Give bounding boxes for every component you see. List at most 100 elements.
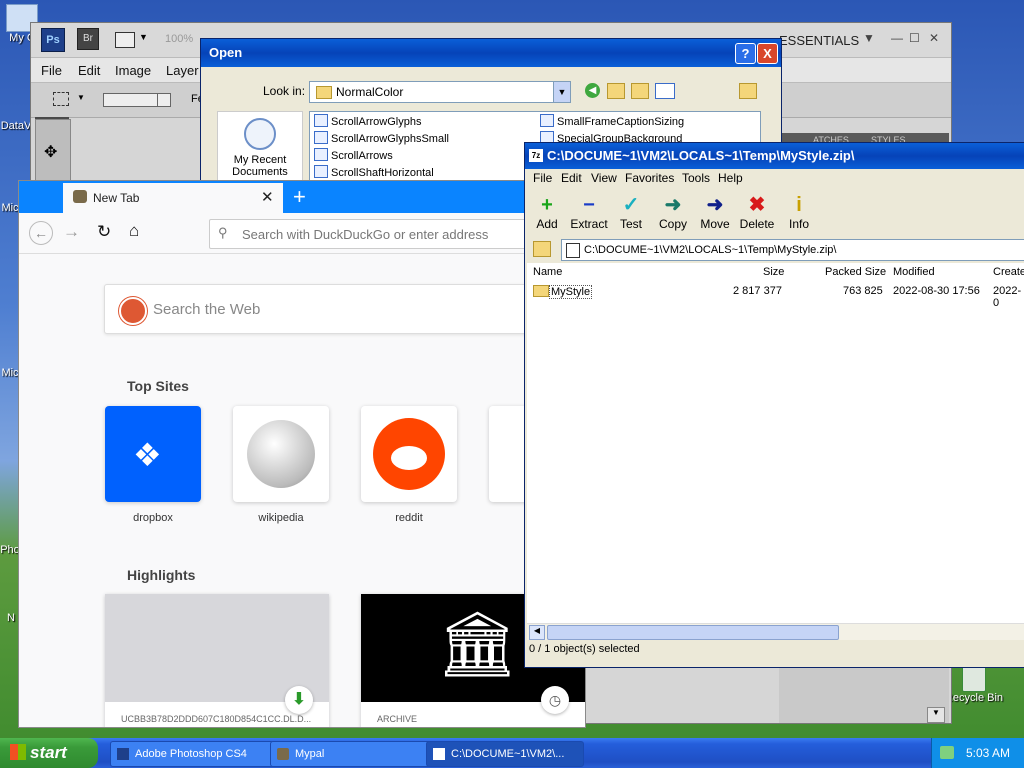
system-tray: 5:03 AM [931, 738, 1024, 768]
selection-mode-icon[interactable] [103, 93, 163, 107]
extract-button[interactable]: − Extract [567, 193, 611, 231]
add-button[interactable]: + Add [525, 193, 569, 231]
bridge-button[interactable]: Br [77, 28, 99, 50]
sevenzip-app-icon: 7z [529, 149, 543, 162]
test-button[interactable]: ✓ Test [609, 193, 653, 231]
menu-edit[interactable]: Edit [561, 171, 582, 185]
back-icon[interactable]: ← [29, 221, 53, 245]
chevron-down-icon[interactable]: ▼ [139, 32, 148, 42]
chevron-down-icon[interactable]: ▼ [863, 31, 875, 45]
up-folder-icon[interactable] [533, 241, 551, 257]
column-packed-size[interactable]: Packed Size [825, 266, 886, 278]
clock-icon[interactable]: ◷ [541, 686, 569, 714]
horizontal-scrollbar[interactable]: ◀ [527, 623, 1024, 640]
copy-button[interactable]: ➜ Copy [651, 193, 695, 231]
move-button[interactable]: ➜ Move [693, 193, 737, 231]
menu-edit[interactable]: Edit [78, 63, 100, 78]
address-placeholder: Search with DuckDuckGo or enter address [242, 227, 489, 242]
column-name[interactable]: Name [533, 266, 562, 278]
highlight-card[interactable]: ⬇ UCBB3B78D2DDD607C180D854C1CC.DL.D... [105, 594, 329, 727]
file-item[interactable]: ScrollArrows [314, 148, 393, 164]
desktop-icon-label: Mic [1, 367, 19, 379]
menu-file[interactable]: File [533, 171, 552, 185]
menu-tools[interactable]: Tools [682, 171, 710, 185]
web-search-box[interactable]: Search the Web [104, 284, 585, 334]
chevron-down-icon[interactable]: ▼ [553, 82, 570, 102]
desktop-icon-datav[interactable]: DataV [0, 120, 32, 132]
column-created[interactable]: Create [993, 266, 1024, 278]
file-name: SmallFrameCaptionSizing [557, 116, 685, 128]
add-icon: + [541, 194, 553, 216]
reload-icon[interactable]: ↻ [97, 222, 111, 242]
info-button[interactable]: i Info [777, 193, 821, 231]
open-dialog-titlebar: Open ? X [201, 39, 781, 67]
desktop-icon-label: Recycle Bin [944, 692, 1004, 704]
top-site-wikipedia[interactable] [233, 406, 329, 502]
desktop-icon-label: DataV [0, 120, 32, 132]
maximize-icon[interactable]: ☐ [909, 31, 920, 45]
button-label: Extract [570, 217, 608, 231]
download-icon[interactable]: ⬇ [285, 686, 313, 714]
close-icon[interactable]: ✕ [929, 31, 939, 45]
zip-icon [566, 243, 580, 258]
home-icon[interactable]: ⌂ [129, 221, 139, 241]
new-tab-button[interactable]: + [293, 184, 306, 210]
scrollbar-thumb[interactable] [547, 625, 839, 640]
file-item[interactable]: ScrollArrowGlyphs [314, 114, 421, 130]
row-packed: 763 825 [843, 285, 883, 297]
column-modified[interactable]: Modified [893, 266, 935, 278]
up-folder-icon[interactable] [607, 83, 625, 99]
clock[interactable]: 5:03 AM [966, 738, 1010, 768]
desktop-icon-recycle-bin[interactable]: Recycle Bin [944, 664, 1004, 704]
menu-help[interactable]: Help [718, 171, 743, 185]
close-button[interactable]: X [757, 43, 778, 64]
help-button[interactable]: ? [735, 43, 756, 64]
column-size[interactable]: Size [763, 266, 784, 278]
chevron-down-icon[interactable]: ▼ [77, 93, 85, 102]
selection-mode-icon[interactable] [157, 93, 171, 107]
delete-button[interactable]: ✖ Delete [735, 193, 779, 231]
menu-view[interactable]: View [591, 171, 617, 185]
view-extras-button[interactable] [115, 32, 135, 48]
workspace-switcher[interactable]: ESSENTIALS [779, 33, 859, 48]
start-button[interactable]: start [0, 738, 98, 768]
network-icon[interactable] [940, 746, 954, 759]
button-label: Delete [739, 217, 775, 231]
button-label: Info [788, 217, 809, 231]
menu-layer[interactable]: Layer [166, 63, 199, 78]
top-site-label: wikipedia [258, 512, 304, 524]
tools-icon[interactable] [739, 83, 757, 99]
taskbar-item-sevenzip[interactable]: C:\DOCUME~1\VM2\... [426, 741, 584, 767]
menu-favorites[interactable]: Favorites [625, 171, 674, 185]
chevron-left-icon[interactable]: ◀ [529, 625, 545, 640]
table-row[interactable]: MyStyle 2 817 377 763 825 2022-08-30 17:… [527, 281, 1024, 309]
zoom-level[interactable]: 100% [165, 33, 193, 45]
taskbar-item-photoshop[interactable]: Adobe Photoshop CS4 [110, 741, 274, 767]
close-tab-icon[interactable]: ✕ [261, 188, 274, 206]
desktop-icon-n[interactable]: N [6, 612, 16, 624]
desktop-icon-mic-2[interactable]: Mic [0, 367, 20, 379]
file-item[interactable]: ScrollShaftHorizontal [314, 165, 434, 181]
move-tool-icon[interactable]: ✥ [44, 142, 57, 162]
minimize-icon[interactable]: — [891, 31, 903, 45]
tab-new-tab[interactable]: New Tab ✕ [63, 181, 283, 213]
file-item[interactable]: SmallFrameCaptionSizing [540, 114, 684, 130]
marquee-tool-icon[interactable] [53, 92, 69, 106]
address-bar[interactable]: ⚲ Search with DuckDuckGo or enter addres… [209, 219, 571, 249]
menu-file[interactable]: File [41, 63, 62, 78]
menu-image[interactable]: Image [115, 63, 151, 78]
file-icon [314, 148, 328, 161]
desktop-icon-pho[interactable]: Pho [0, 544, 20, 556]
file-item[interactable]: ScrollArrowGlyphsSmall [314, 131, 449, 147]
top-site-dropbox[interactable]: ❖ [105, 406, 201, 502]
top-site-reddit[interactable] [361, 406, 457, 502]
back-icon[interactable]: ◀ [585, 83, 600, 98]
address-combo[interactable]: C:\DOCUME~1\VM2\LOCALS~1\Temp\MyStyle.zi… [561, 239, 1024, 261]
taskbar-item-mypal[interactable]: Mypal [270, 741, 432, 767]
forward-icon[interactable]: → [63, 222, 80, 242]
new-folder-icon[interactable] [631, 83, 649, 99]
chevron-down-icon[interactable]: ▼ [927, 707, 945, 723]
views-menu-icon[interactable] [655, 83, 675, 99]
desktop-icon-mic-1[interactable]: Mic [0, 202, 20, 214]
look-in-dropdown[interactable]: NormalColor ▼ [309, 81, 571, 103]
